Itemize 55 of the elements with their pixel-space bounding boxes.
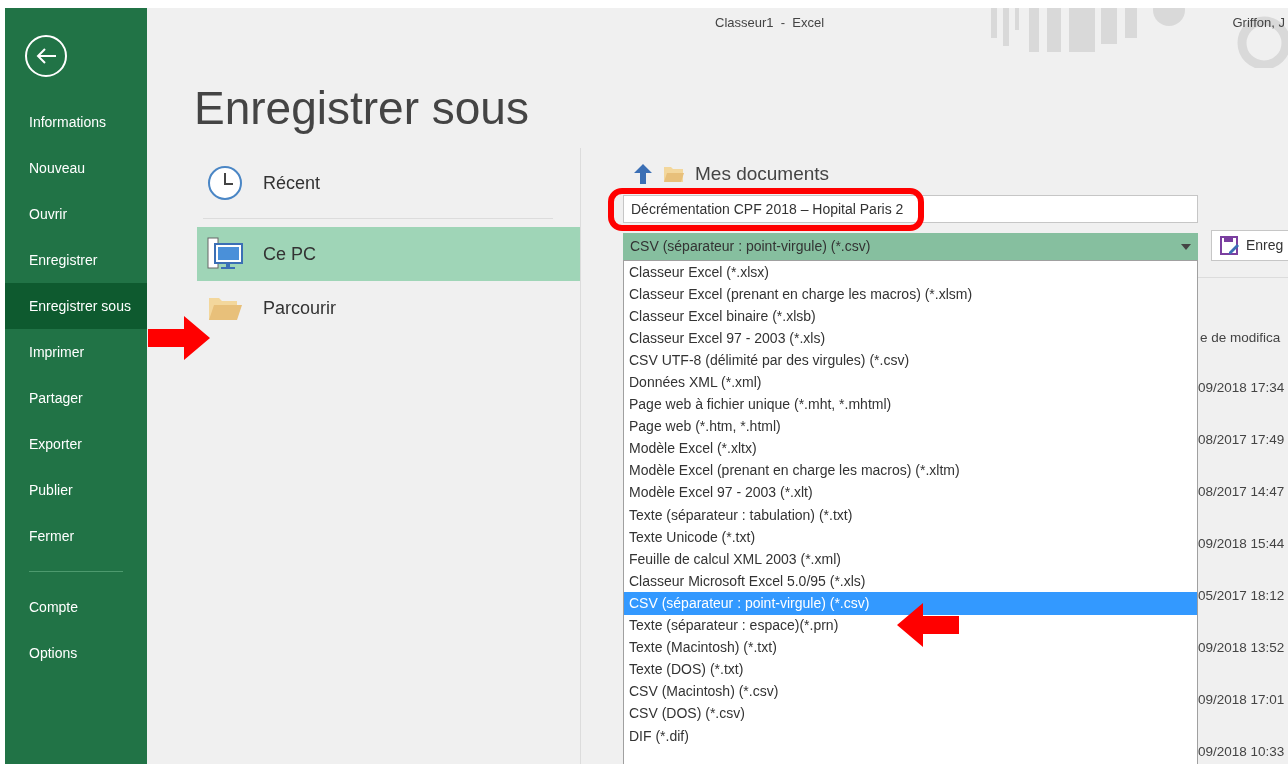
file-type-option[interactable]: Classeur Excel binaire (*.xlsb) xyxy=(624,305,1197,328)
file-type-option[interactable]: Texte (DOS) (*.txt) xyxy=(624,658,1197,681)
modified-date: 09/2018 17:01 xyxy=(1198,691,1286,709)
file-type-option[interactable]: Classeur Excel (prenant en charge les macros) (*.xlsm) xyxy=(624,283,1197,306)
file-type-option[interactable]: Texte Unicode (*.txt) xyxy=(624,526,1197,549)
menu-item[interactable]: Enregistrer sous xyxy=(5,283,147,329)
place-item[interactable]: Récent xyxy=(197,156,580,210)
pointer-arrow-icon xyxy=(148,316,210,360)
clock-icon xyxy=(207,165,243,201)
modified-date: 08/2017 14:47 xyxy=(1198,483,1286,501)
save-button[interactable]: Enreg xyxy=(1211,230,1288,261)
caret-icon xyxy=(1181,243,1191,250)
window-title: Classeur1 - Excel xyxy=(715,14,825,33)
file-type-option[interactable]: Texte (Macintosh) (*.txt) xyxy=(624,636,1197,659)
location-label: Mes documents xyxy=(695,161,830,186)
file-type-select[interactable]: CSV (séparateur : point-virgule) (*.csv) xyxy=(623,233,1198,260)
file-type-option[interactable]: Données XML (*.xml) xyxy=(624,371,1197,394)
file-type-option[interactable]: Page web (*.htm, *.html) xyxy=(624,415,1197,438)
modified-date: 05/2017 18:12 xyxy=(1198,587,1286,605)
pointer-arrow-icon xyxy=(897,603,959,647)
page-title: Enregistrer sous xyxy=(194,81,530,136)
file-type-option[interactable]: Texte (séparateur : tabulation) (*.txt) xyxy=(624,504,1197,527)
place-label: Ce PC xyxy=(263,242,316,266)
back-button[interactable] xyxy=(25,35,67,77)
file-type-option[interactable]: Feuille de calcul XML 2003 (*.xml) xyxy=(624,548,1197,571)
file-type-option[interactable]: Modèle Excel (*.xltx) xyxy=(624,437,1197,460)
file-type-option[interactable]: CSV (Macintosh) (*.csv) xyxy=(624,680,1197,703)
folder-icon xyxy=(663,165,685,183)
place-label: Parcourir xyxy=(263,296,337,320)
save-edit-icon xyxy=(1220,235,1240,256)
file-type-option[interactable]: Texte (séparateur : espace)(*.prn) xyxy=(624,614,1197,637)
file-type-value: CSV (séparateur : point-virgule) (*.csv) xyxy=(630,237,871,256)
modified-date: 09/2018 15:44 xyxy=(1198,535,1286,553)
file-type-option[interactable]: Modèle Excel 97 - 2003 (*.xlt) xyxy=(624,481,1197,505)
place-item[interactable]: Parcourir xyxy=(197,281,580,335)
file-type-option[interactable]: DIF (*.dif) xyxy=(624,724,1197,748)
computer-icon xyxy=(207,237,243,271)
user-name: Griffon, J xyxy=(1232,14,1285,33)
back-arrow-icon xyxy=(35,47,57,65)
up-arrow-icon xyxy=(633,163,653,185)
modified-date: 09/2018 17:34 xyxy=(1198,379,1286,397)
file-type-option[interactable]: Classeur Excel 97 - 2003 (*.xls) xyxy=(624,327,1197,350)
file-type-option[interactable]: Classeur Microsoft Excel 5.0/95 (*.xls) xyxy=(624,570,1197,593)
column-header: e de modifica xyxy=(1199,329,1282,347)
file-type-option[interactable]: CSV (DOS) (*.csv) xyxy=(624,702,1197,725)
modified-date: 08/2017 17:49 xyxy=(1198,431,1286,449)
modified-date: 09/2018 13:52 xyxy=(1198,639,1286,657)
file-name-field[interactable]: Décrémentation CPF 2018 – Hopital Paris 2 xyxy=(623,195,1198,223)
place-item[interactable]: Ce PC xyxy=(197,227,580,281)
place-label: Récent xyxy=(263,171,321,195)
file-type-option[interactable]: CSV UTF-8 (délimité par des virgules) (*.csv) xyxy=(624,349,1197,372)
file-type-option[interactable]: Classeur Excel (*.xlsx) xyxy=(624,261,1197,284)
file-type-option[interactable]: Modèle Excel (prenant en charge les macros) (*.xltm) xyxy=(624,459,1197,482)
file-type-option[interactable]: Page web à fichier unique (*.mht, *.mhtml) xyxy=(624,393,1197,416)
modified-date: 09/2018 10:33 xyxy=(1198,743,1286,761)
